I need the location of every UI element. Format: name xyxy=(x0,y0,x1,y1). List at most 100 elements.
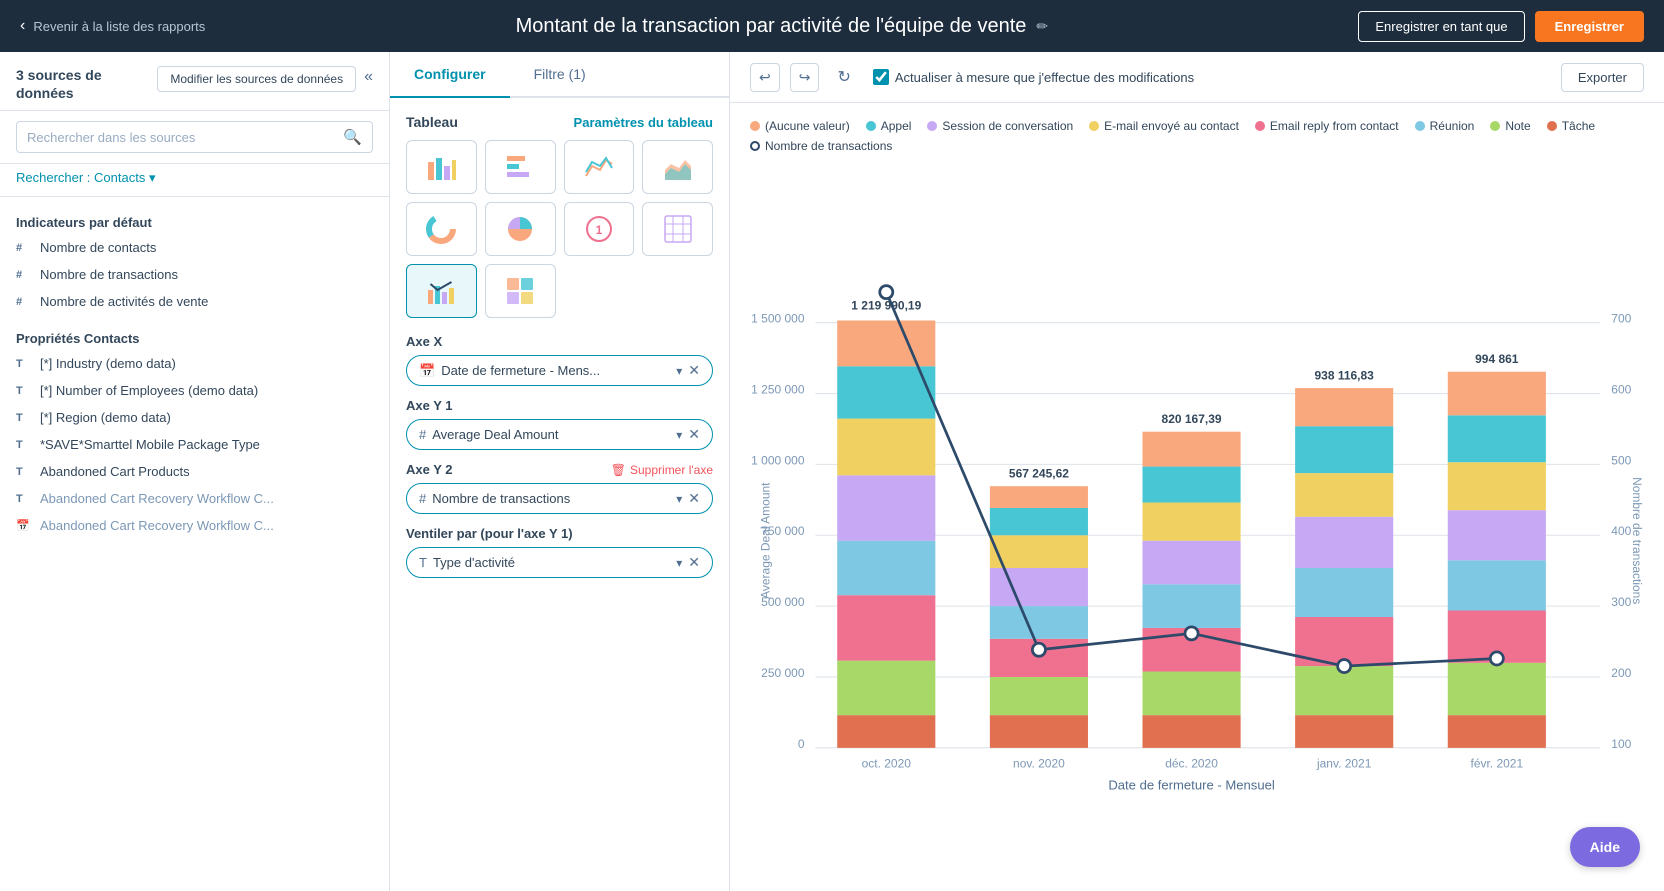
chart-type-pivot[interactable] xyxy=(485,264,556,318)
hash-icon: # xyxy=(419,427,426,442)
list-item[interactable]: T [*] Region (demo data) xyxy=(0,404,389,431)
prop-name: Nombre de activités de vente xyxy=(40,294,208,309)
list-item[interactable]: T [*] Industry (demo data) xyxy=(0,350,389,377)
axis-y1-select[interactable]: # Average Deal Amount ▾ ✕ xyxy=(406,419,713,450)
search-box: 🔍 xyxy=(0,111,389,164)
chart-types-grid: 1 xyxy=(406,140,713,318)
chart-svg: 0 250 000 500 000 750 000 1 000 000 1 25… xyxy=(750,165,1644,851)
left-sidebar: 3 sources de données Modifier les source… xyxy=(0,52,390,891)
list-item[interactable]: T *SAVE*Smarttel Mobile Package Type xyxy=(0,431,389,458)
redo-button[interactable]: ↪ xyxy=(790,63,820,92)
tab-filtre[interactable]: Filtre (1) xyxy=(510,52,610,98)
chart-type-grid[interactable] xyxy=(642,202,713,256)
legend-label: Réunion xyxy=(1430,119,1475,133)
axis-y1-value: Average Deal Amount xyxy=(432,427,670,442)
chart-type-pie[interactable] xyxy=(485,202,556,256)
back-button[interactable]: ‹ Revenir à la liste des rapports xyxy=(20,17,205,35)
legend-label: Nombre de transactions xyxy=(765,139,892,153)
prop-name: Abandoned Cart Products xyxy=(40,464,190,479)
right-panel: ↩ ↪ ↻ Actualiser à mesure que j'effectue… xyxy=(730,52,1664,891)
prop-type: 📅 xyxy=(16,519,30,532)
legend-label: (Aucune valeur) xyxy=(765,119,850,133)
svg-text:250 000: 250 000 xyxy=(761,666,805,680)
save-button[interactable]: Enregistrer xyxy=(1535,11,1644,42)
list-item[interactable]: # Nombre de activités de vente xyxy=(0,288,389,315)
chart-type-number[interactable]: 1 xyxy=(564,202,635,256)
ventiler-select[interactable]: T Type d'activité ▾ ✕ xyxy=(406,547,713,578)
report-title: Montant de la transaction par activité d… xyxy=(516,15,1027,38)
auto-refresh-checkbox[interactable] xyxy=(873,69,889,85)
list-item[interactable]: # Nombre de contacts xyxy=(0,234,389,261)
params-link[interactable]: Paramètres du tableau xyxy=(574,115,713,130)
search-filter: Rechercher : Contacts ▾ xyxy=(0,164,389,197)
aide-button[interactable]: Aide xyxy=(1570,827,1640,867)
chart-svg-container: 0 250 000 500 000 750 000 1 000 000 1 25… xyxy=(750,165,1644,851)
prop-name: *SAVE*Smarttel Mobile Package Type xyxy=(40,437,260,452)
collapse-icon[interactable]: « xyxy=(364,68,373,86)
axis-x-select[interactable]: 📅 Date de fermeture - Mens... ▾ ✕ xyxy=(406,355,713,386)
svg-text:oct. 2020: oct. 2020 xyxy=(862,756,912,770)
prop-type: T xyxy=(16,412,30,424)
axis-y2-label: Axe Y 2 xyxy=(406,462,453,477)
svg-text:300: 300 xyxy=(1611,595,1631,609)
svg-text:820 167,39: 820 167,39 xyxy=(1162,412,1222,426)
chart-area: (Aucune valeur) Appel Session de convers… xyxy=(730,103,1664,891)
legend-dot xyxy=(1415,121,1425,131)
svg-text:100: 100 xyxy=(1611,737,1631,751)
axis-y2-select[interactable]: # Nombre de transactions ▾ ✕ xyxy=(406,483,713,514)
chart-type-combo[interactable] xyxy=(406,264,477,318)
search-filter-prefix: Rechercher : xyxy=(16,170,90,185)
save-as-button[interactable]: Enregistrer en tant que xyxy=(1358,11,1524,42)
tabs: Configurer Filtre (1) xyxy=(390,52,729,98)
panel-content: Tableau Paramètres du tableau xyxy=(390,98,729,891)
svg-text:700: 700 xyxy=(1611,312,1631,326)
delete-axis-button[interactable]: 🗑 Supprimer l'axe xyxy=(611,463,713,477)
search-filter-value[interactable]: Contacts ▾ xyxy=(94,170,155,185)
list-item[interactable]: T Abandoned Cart Recovery Workflow C... xyxy=(0,485,389,512)
prop-name: Abandoned Cart Recovery Workflow C... xyxy=(40,518,274,533)
svg-text:nov. 2020: nov. 2020 xyxy=(1013,756,1065,770)
axis-y1-close-icon[interactable]: ✕ xyxy=(688,426,700,443)
modify-sources-button[interactable]: Modifier les sources de données xyxy=(157,66,356,92)
chart-type-line[interactable] xyxy=(564,140,635,194)
edit-icon[interactable]: ✏ xyxy=(1036,18,1048,35)
auto-refresh-label: Actualiser à mesure que j'effectue des m… xyxy=(895,70,1194,85)
ventiler-close-icon[interactable]: ✕ xyxy=(688,554,700,571)
tab-configurer[interactable]: Configurer xyxy=(390,52,510,98)
ventiler-label: Ventiler par (pour l'axe Y 1) xyxy=(406,526,713,541)
list-item[interactable]: 📅 Abandoned Cart Recovery Workflow C... xyxy=(0,512,389,539)
prop-type: T xyxy=(16,466,30,478)
legend-item-note: Note xyxy=(1490,119,1530,133)
chart-toolbar: ↩ ↪ ↻ Actualiser à mesure que j'effectue… xyxy=(730,52,1664,103)
list-item[interactable]: T [*] Number of Employees (demo data) xyxy=(0,377,389,404)
topbar-right: Enregistrer en tant que Enregistrer xyxy=(1358,11,1644,42)
list-item[interactable]: T Abandoned Cart Products xyxy=(0,458,389,485)
undo-button[interactable]: ↩ xyxy=(750,63,780,92)
chart-type-donut[interactable] xyxy=(406,202,477,256)
svg-text:1 219 990,19: 1 219 990,19 xyxy=(851,299,921,313)
chart-legend: (Aucune valeur) Appel Session de convers… xyxy=(750,119,1644,153)
chart-type-hbar[interactable] xyxy=(485,140,556,194)
chevron-down-icon: ▾ xyxy=(676,364,682,378)
search-input-wrapper: 🔍 xyxy=(16,121,373,153)
topbar-center: Montant de la transaction par activité d… xyxy=(205,15,1358,38)
topbar: ‹ Revenir à la liste des rapports Montan… xyxy=(0,0,1664,52)
legend-item-emailreply: Email reply from contact xyxy=(1255,119,1399,133)
list-item[interactable]: # Nombre de transactions xyxy=(0,261,389,288)
axis-x-close-icon[interactable]: ✕ xyxy=(688,362,700,379)
svg-text:1 250 000: 1 250 000 xyxy=(751,383,805,397)
chevron-down-icon-y1: ▾ xyxy=(676,428,682,442)
legend-item-email: E-mail envoyé au contact xyxy=(1089,119,1239,133)
export-button[interactable]: Exporter xyxy=(1561,63,1644,92)
svg-text:Nombre de transactions: Nombre de transactions xyxy=(1630,477,1644,604)
legend-label: Note xyxy=(1505,119,1530,133)
svg-text:janv. 2021: janv. 2021 xyxy=(1316,756,1372,770)
axis-y2-close-icon[interactable]: ✕ xyxy=(688,490,700,507)
chart-type-bar[interactable] xyxy=(406,140,477,194)
chart-type-area[interactable] xyxy=(642,140,713,194)
refresh-button[interactable]: ↻ xyxy=(829,62,858,92)
chevron-left-icon: ‹ xyxy=(20,17,25,35)
legend-item-aucune: (Aucune valeur) xyxy=(750,119,850,133)
properties-list: Indicateurs par défaut # Nombre de conta… xyxy=(0,197,389,891)
search-input[interactable] xyxy=(27,130,343,145)
